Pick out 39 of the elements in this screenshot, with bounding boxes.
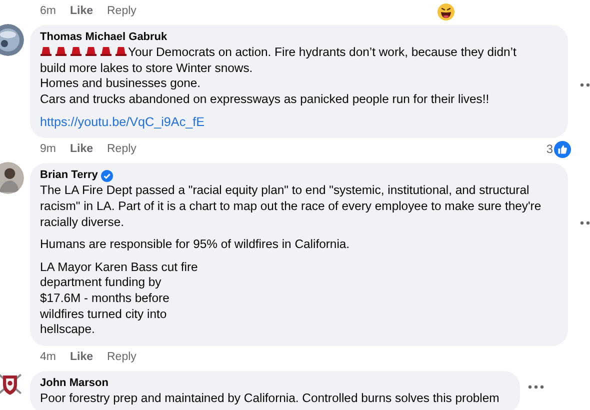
hat-icon	[100, 45, 112, 57]
author-name[interactable]: Thomas Michael Gabruk	[40, 31, 168, 44]
author-name[interactable]: John Marson	[40, 376, 108, 390]
reaction-count: 3	[546, 142, 553, 156]
time-label: 9m	[40, 143, 56, 156]
comment-text: Homes and businesses gone.	[40, 76, 201, 90]
comment-text: $17.6M - months before	[40, 290, 170, 305]
comment-text: build more lakes to store Winter snows.	[40, 60, 253, 75]
like-link[interactable]: Like	[70, 143, 93, 156]
like-link[interactable]: Like	[70, 5, 93, 17]
author-name[interactable]: Brian Terry	[40, 169, 98, 182]
comment-text: Your Democrats on action. Fire hydrants don’t work, because they didn’t	[128, 45, 516, 59]
comment-text: LA Mayor Karen Bass cut fire	[40, 260, 198, 274]
laughing-emoji-icon	[437, 3, 455, 21]
time-label: 4m	[40, 350, 56, 363]
like-icon[interactable]	[554, 140, 571, 158]
more-options-icon[interactable]	[580, 221, 590, 226]
verified-icon	[100, 170, 113, 182]
reply-link[interactable]: Reply	[107, 143, 136, 156]
avatar[interactable]	[0, 162, 24, 194]
more-options-icon[interactable]	[528, 384, 544, 389]
time-label: 6m	[40, 5, 56, 17]
reply-link[interactable]: Reply	[107, 350, 136, 363]
video-link[interactable]: https://youtu.be/VqC_i9Ac_fE	[40, 114, 556, 130]
reply-link[interactable]: Reply	[107, 5, 136, 17]
hat-icon	[70, 45, 82, 57]
avatar[interactable]	[0, 24, 24, 56]
comment-text: wildfires turned city into	[40, 306, 167, 321]
hat-icon	[85, 45, 97, 57]
comment-text: Cars and trucks abandoned on expressways as panicked people run for their lives!!	[40, 92, 490, 106]
hat-icon	[55, 45, 67, 57]
hat-icon	[115, 45, 127, 57]
comment-text: hellscape.	[40, 322, 95, 336]
comment-text: Poor forestry prep and maintained by California. Controlled burns solves this problem	[40, 390, 500, 405]
comment-text: department funding by	[40, 275, 162, 290]
comment-text: Humans are responsible for 95% of wildfires in California.	[40, 237, 350, 252]
like-link[interactable]: Like	[70, 350, 93, 363]
comment-text: The LA Fire Dept passed a "racial equity plan" to end "systemic, institutional, and structural racism" in LA. Part of it is a chart to map out the race of every employee to make sure they're racially diverse.	[40, 183, 542, 229]
hat-icon	[40, 45, 52, 57]
